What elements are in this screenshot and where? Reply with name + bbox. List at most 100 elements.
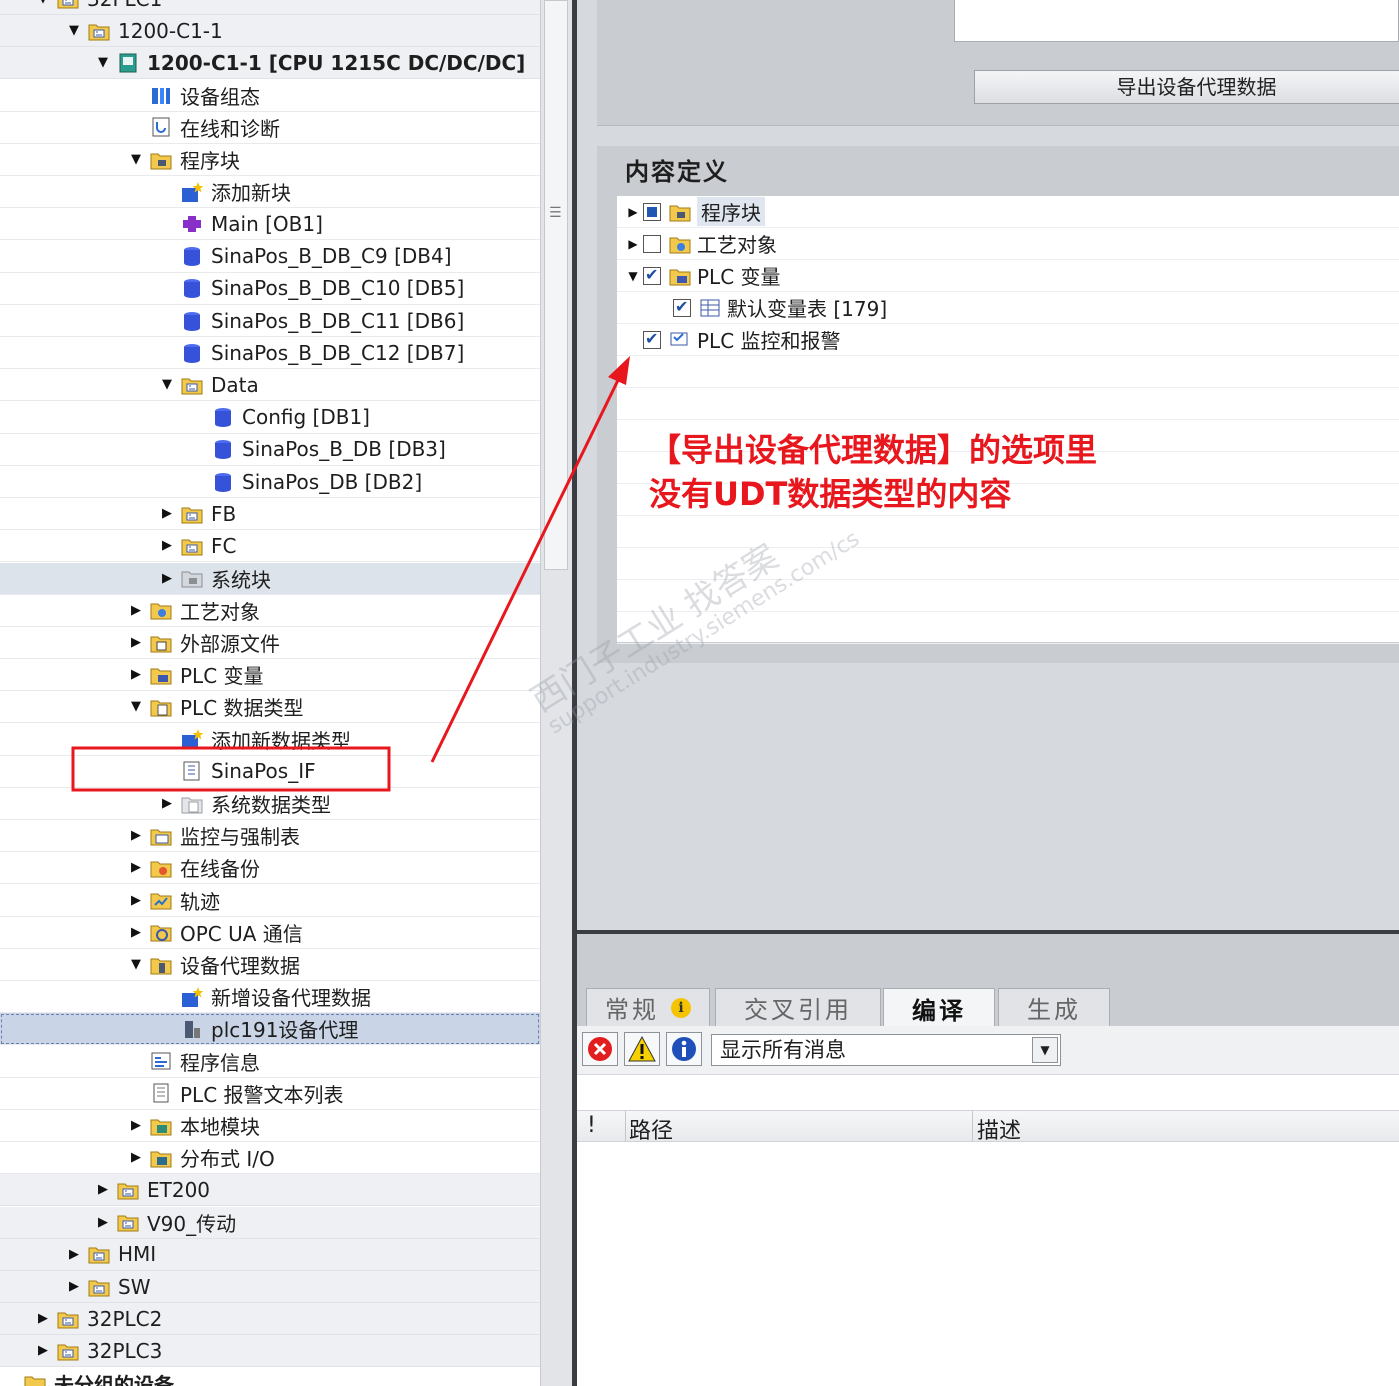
tree-item[interactable]: ▶ HMI [0, 1238, 540, 1271]
tree-item[interactable]: 在线和诊断 [0, 112, 540, 144]
tree-item[interactable]: ▶ 32PLC3 [0, 1335, 540, 1368]
collapse-arrow-icon[interactable]: ▼ [33, 0, 53, 9]
tree-item[interactable]: PLC 报警文本列表 [0, 1078, 540, 1110]
content-item-checkbox[interactable] [643, 202, 661, 221]
tree-item[interactable]: Config [DB1] [0, 402, 540, 434]
tree-item[interactable]: ▶ OPC UA 通信 [0, 917, 540, 949]
tree-item[interactable]: SinaPos_B_DB_C11 [DB6] [0, 305, 540, 337]
tree-item[interactable]: ▶ 本地模块 [0, 1110, 540, 1142]
tree-item[interactable]: SinaPos_IF [0, 756, 540, 788]
tree-item[interactable]: 设备组态 [0, 80, 540, 112]
expand-arrow-icon[interactable]: ▶ [126, 633, 146, 653]
expand-arrow-icon[interactable]: ▶ [126, 890, 146, 910]
tree-item[interactable]: SinaPos_B_DB_C10 [DB5] [0, 273, 540, 305]
filter-info-button[interactable] [666, 1032, 702, 1066]
expand-arrow-icon[interactable]: ▶ [623, 234, 643, 254]
content-item[interactable]: ▶ 程序块 [617, 196, 1399, 228]
tree-scrollbar[interactable]: ☰ [540, 0, 572, 1386]
tree-item[interactable]: ▼ 1200-C1-1 [CPU 1215C DC/DC/DC] [0, 47, 540, 80]
expand-arrow-icon[interactable]: ▶ [93, 1180, 113, 1200]
tree-item[interactable]: ▶ ET200 [0, 1174, 540, 1207]
expand-arrow-icon[interactable]: ▶ [126, 1148, 146, 1168]
expand-arrow-icon[interactable]: ▶ [33, 1341, 53, 1361]
collapse-arrow-icon[interactable]: ▼ [126, 955, 146, 975]
tree-scrollbar-thumb[interactable] [544, 0, 568, 570]
tree-item[interactable]: ▼ 1200-C1-1 [0, 15, 540, 48]
tree-item[interactable]: SinaPos_B_DB_C9 [DB4] [0, 241, 540, 273]
expand-arrow-icon[interactable]: ▶ [157, 536, 177, 556]
message-filter-select[interactable]: 显示所有消息 ▼ [711, 1034, 1061, 1066]
content-item[interactable]: ▶ 工艺对象 [617, 228, 1399, 260]
expand-arrow-icon[interactable]: ▶ [64, 1277, 84, 1297]
tree-item[interactable]: SinaPos_B_DB_C12 [DB7] [0, 337, 540, 370]
tree-item[interactable]: ▶ 系统数据类型 [0, 788, 540, 820]
collapse-arrow-icon[interactable]: ▼ [126, 697, 146, 717]
collapse-arrow-icon[interactable]: ▼ [623, 266, 643, 286]
filter-errors-button[interactable] [582, 1032, 618, 1066]
tree-item[interactable]: ▶ FC [0, 530, 540, 563]
expand-arrow-icon[interactable]: ▶ [126, 600, 146, 620]
tree-item[interactable]: ▶ PLC 变量 [0, 659, 540, 692]
tree-item[interactable]: 未分组的设备 [0, 1368, 540, 1386]
column-severity[interactable]: ! [587, 1113, 596, 1138]
content-item[interactable]: PLC 监控和报警 [617, 324, 1399, 356]
tree-item[interactable]: ▶ 工艺对象 [0, 595, 540, 627]
tree-item[interactable]: 添加新块 [0, 176, 540, 209]
export-path-field[interactable] [954, 0, 1399, 42]
tree-item[interactable]: ▶ 外部源文件 [0, 627, 540, 659]
splitter-grip-icon[interactable]: ☰ [549, 205, 562, 221]
tree-item[interactable]: 添加新数据类型 [0, 724, 540, 756]
expand-arrow-icon[interactable]: ▶ [93, 1212, 113, 1232]
tree-item[interactable]: ▶ 轨迹 [0, 885, 540, 917]
tree-item[interactable]: 新增设备代理数据 [0, 981, 540, 1014]
column-path[interactable]: 路径 [629, 1113, 673, 1145]
tab-generate[interactable]: 生成 [998, 988, 1110, 1026]
tree-item[interactable]: ▼ 32PLC1 [0, 0, 540, 15]
tab-cross-references[interactable]: 交叉引用 [715, 988, 881, 1026]
expand-arrow-icon[interactable]: ▶ [126, 826, 146, 846]
content-item-checkbox[interactable] [673, 297, 691, 317]
tree-item[interactable]: SinaPos_DB [DB2] [0, 466, 540, 498]
content-item-checkbox[interactable] [643, 234, 661, 253]
filter-warnings-button[interactable] [624, 1032, 660, 1066]
tree-item[interactable]: ▶ 系统块 [0, 562, 540, 595]
tab-compile[interactable]: 编译 [883, 988, 995, 1028]
tree-item[interactable]: ▼ 设备代理数据 [0, 949, 540, 981]
tree-item[interactable]: SinaPos_B_DB [DB3] [0, 434, 540, 466]
tree-item[interactable]: ▶ V90_传动 [0, 1206, 540, 1239]
chevron-down-icon[interactable]: ▼ [1032, 1037, 1058, 1063]
content-item-checkbox[interactable] [643, 329, 661, 349]
collapse-arrow-icon[interactable]: ▼ [126, 150, 146, 170]
column-description[interactable]: 描述 [977, 1113, 1021, 1145]
tree-item[interactable]: ▼ PLC 数据类型 [0, 691, 540, 724]
tree-item[interactable]: ▶ FB [0, 498, 540, 531]
tree-item[interactable]: Main [OB1] [0, 208, 540, 241]
collapse-arrow-icon[interactable]: ▼ [157, 375, 177, 395]
expand-arrow-icon[interactable]: ▶ [126, 1116, 146, 1136]
content-item[interactable]: 默认变量表 [179] [617, 292, 1399, 324]
expand-arrow-icon[interactable]: ▶ [126, 858, 146, 878]
content-item[interactable]: ▼ PLC 变量 [617, 260, 1399, 292]
expand-arrow-icon[interactable]: ▶ [126, 922, 146, 942]
collapse-arrow-icon[interactable]: ▼ [93, 53, 113, 73]
expand-arrow-icon[interactable]: ▶ [157, 504, 177, 524]
tree-item[interactable]: 程序信息 [0, 1046, 540, 1078]
tree-item[interactable]: ▶ 在线备份 [0, 852, 540, 885]
tree-item[interactable]: ▶ 分布式 I/O [0, 1142, 540, 1175]
export-device-proxy-button[interactable]: 导出设备代理数据 [974, 70, 1399, 104]
tree-item[interactable]: ▶ SW [0, 1271, 540, 1303]
tree-item[interactable]: ▶ 监控与强制表 [0, 820, 540, 853]
expand-arrow-icon[interactable]: ▶ [157, 794, 177, 814]
expand-arrow-icon[interactable]: ▶ [157, 568, 177, 588]
tree-item[interactable]: plc191设备代理 [0, 1013, 540, 1046]
tree-item[interactable]: ▼ Data [0, 369, 540, 402]
expand-arrow-icon[interactable]: ▶ [623, 202, 643, 222]
tab-general[interactable]: 常规 i [586, 988, 710, 1026]
content-item-checkbox[interactable] [643, 265, 661, 285]
expand-arrow-icon[interactable]: ▶ [64, 1244, 84, 1264]
expand-arrow-icon[interactable]: ▶ [126, 665, 146, 685]
tree-item[interactable]: ▼ 程序块 [0, 144, 540, 176]
tree-item[interactable]: ▶ 32PLC2 [0, 1303, 540, 1336]
collapse-arrow-icon[interactable]: ▼ [64, 21, 84, 41]
expand-arrow-icon[interactable]: ▶ [33, 1309, 53, 1329]
